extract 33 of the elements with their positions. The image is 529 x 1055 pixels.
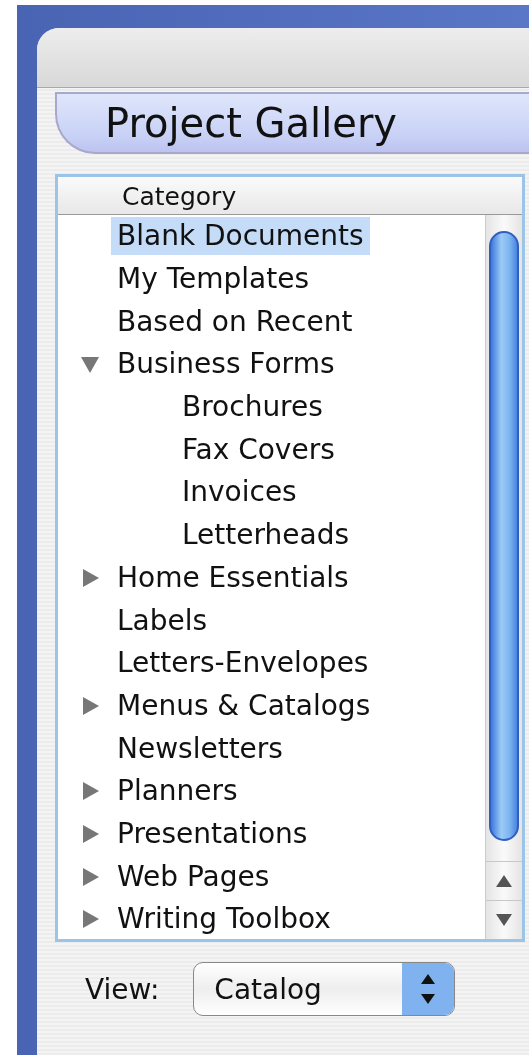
category-item[interactable]: Home Essentials [111, 558, 355, 597]
category-item[interactable]: Business Forms [111, 345, 341, 384]
collapsed-triangle-icon[interactable] [80, 567, 100, 588]
category-item[interactable]: Based on Recent [111, 302, 359, 341]
collapsed-triangle-icon[interactable] [80, 695, 100, 716]
collapsed-triangle-icon[interactable] [80, 823, 100, 844]
category-item[interactable]: Letters-Envelopes [111, 644, 375, 683]
panel-title: Project Gallery [55, 92, 529, 154]
collapsed-triangle-icon[interactable] [80, 866, 100, 887]
view-dropdown[interactable]: Catalog [193, 962, 456, 1016]
category-item[interactable]: Web Pages [111, 857, 276, 896]
column-header[interactable]: Category [58, 177, 522, 215]
expanded-triangle-icon[interactable] [80, 354, 100, 375]
collapsed-triangle-icon[interactable] [80, 909, 100, 930]
up-arrow-icon [496, 875, 512, 887]
category-item[interactable]: Newsletters [111, 729, 289, 768]
category-item[interactable]: Letterheads [176, 516, 356, 555]
category-item[interactable]: Menus & Catalogs [111, 686, 377, 725]
category-item[interactable]: Planners [111, 772, 244, 811]
category-item[interactable]: Blank Documents [111, 217, 370, 256]
category-item[interactable]: My Templates [111, 260, 315, 299]
scrollbar[interactable] [485, 215, 522, 939]
category-item[interactable]: Brochures [176, 388, 329, 427]
category-item[interactable]: Presentations [111, 814, 314, 853]
collapsed-triangle-icon[interactable] [80, 781, 100, 802]
category-item[interactable]: Fax Covers [176, 430, 341, 469]
category-item[interactable]: Labels [111, 601, 214, 640]
category-item[interactable]: Writing Toolbox [111, 900, 337, 939]
view-label: View: [85, 972, 160, 1006]
category-item[interactable]: Invoices [176, 473, 303, 512]
down-arrow-icon [496, 914, 512, 926]
scroll-thumb[interactable] [489, 231, 519, 841]
stepper-icon [402, 963, 455, 1015]
